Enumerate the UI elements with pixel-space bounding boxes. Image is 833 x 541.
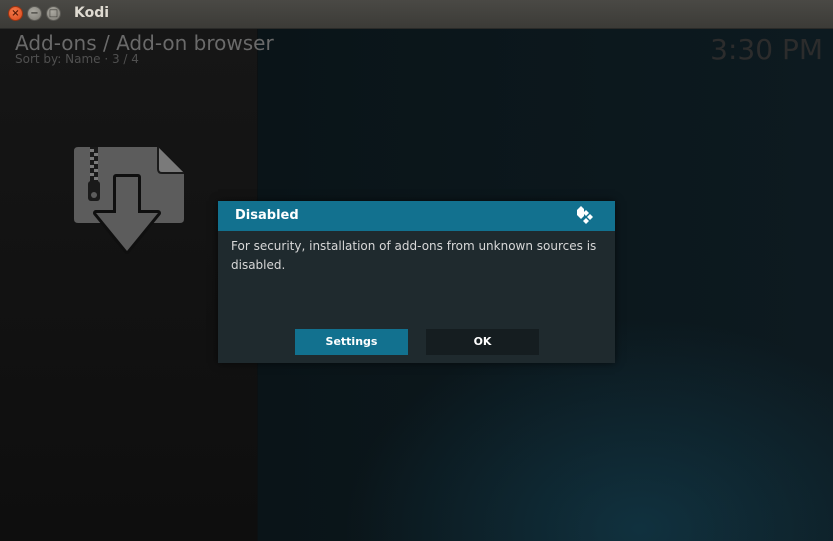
kodi-logo-icon: [577, 206, 593, 224]
window-minimize-button[interactable]: −: [27, 6, 42, 21]
window-titlebar: × − □ Kodi: [0, 0, 833, 29]
window-close-button[interactable]: ×: [8, 6, 23, 21]
zip-install-icon: [74, 147, 184, 254]
settings-button[interactable]: Settings: [295, 329, 408, 355]
kodi-app: Add-ons / Add-on browser Sort by: Name ·…: [0, 29, 833, 541]
dialog-header: Disabled: [218, 201, 615, 231]
ok-button[interactable]: OK: [426, 329, 539, 355]
disabled-dialog: Disabled For security, installation of a…: [218, 201, 615, 363]
dialog-title: Disabled: [235, 208, 299, 223]
clock: 3:30 PM: [710, 33, 823, 66]
window-maximize-button[interactable]: □: [46, 6, 61, 21]
window-title: Kodi: [74, 5, 110, 21]
dialog-message: For security, installation of add-ons fr…: [231, 239, 597, 272]
sort-info: Sort by: Name · 3 / 4: [15, 52, 139, 66]
